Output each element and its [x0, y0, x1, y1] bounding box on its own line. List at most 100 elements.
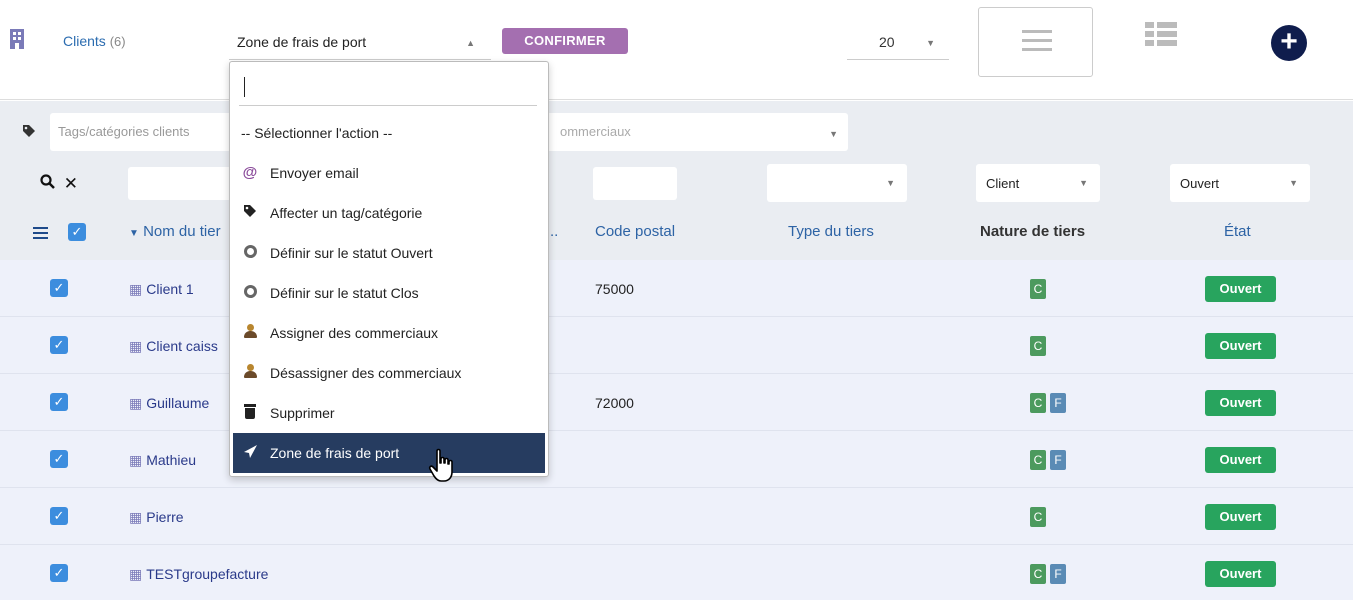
client-link[interactable]: ▦ Mathieu: [129, 452, 196, 469]
menu-item-label: Zone de frais de port: [270, 445, 400, 461]
table-row: ✓ ▦ Client 1 75000 C Ouvert: [0, 260, 1353, 317]
hand-cursor-icon: [428, 448, 458, 487]
menu-item-label: -- Sélectionner l'action --: [241, 125, 393, 141]
trash-icon: [241, 404, 259, 423]
type-column-header[interactable]: Type du tiers: [788, 223, 874, 240]
nature-badges: CF: [1030, 564, 1066, 584]
client-link[interactable]: ▦ Client 1: [129, 281, 194, 298]
menu-item-label: Affecter un tag/catégorie: [270, 205, 423, 221]
client-link[interactable]: ▦ TESTgroupefacture: [129, 566, 268, 583]
zip-column-header[interactable]: Code postal: [595, 223, 675, 240]
clear-filters-icon[interactable]: ✕: [64, 174, 78, 193]
status-filter-select[interactable]: Ouvert ▼: [1170, 164, 1310, 202]
tag-icon: [241, 204, 259, 222]
client-badge: C: [1030, 507, 1046, 527]
table-row: ✓ ▦ TESTgroupefacture CF Ouvert: [0, 545, 1353, 600]
status-column-header[interactable]: État: [1224, 223, 1251, 240]
hamburger-icon: [1022, 30, 1052, 57]
table-row: ✓ ▦ Client caiss C Ouvert: [0, 317, 1353, 374]
nature-badges: C: [1030, 336, 1046, 356]
status-badge: Ouvert: [1205, 333, 1276, 359]
menu-item-label: Envoyer email: [270, 165, 359, 181]
zip-cell: 75000: [595, 281, 634, 297]
menu-item-unassign-sales[interactable]: Désassigner des commerciaux: [233, 353, 545, 393]
select-all-checkbox[interactable]: ✓: [68, 223, 86, 241]
nature-badges: CF: [1030, 450, 1066, 470]
user-icon: [241, 364, 259, 382]
status-badge: Ouvert: [1205, 504, 1276, 530]
supplier-badge: F: [1050, 393, 1066, 413]
menu-item-assign-sales[interactable]: Assigner des commerciaux: [233, 313, 545, 353]
client-badge: C: [1030, 336, 1046, 356]
status-badge: Ouvert: [1205, 447, 1276, 473]
at-icon: @: [242, 164, 258, 181]
nature-badges: C: [1030, 507, 1046, 527]
row-checkbox[interactable]: ✓: [50, 564, 68, 582]
menu-item-delete[interactable]: Supprimer: [233, 393, 545, 433]
building-icon: ▦: [129, 509, 143, 525]
menu-item-label: Assigner des commerciaux: [270, 325, 439, 341]
tags-filter-placeholder: Tags/catégories clients: [58, 124, 190, 139]
client-badge: C: [1030, 564, 1046, 584]
dropdown-search-input[interactable]: [239, 70, 537, 106]
menu-item-label: Supprimer: [270, 405, 335, 421]
search-icon[interactable]: [40, 174, 60, 193]
truncated-column-header[interactable]: ..: [550, 223, 558, 240]
name-column-header[interactable]: ▼ Nom du tier: [129, 223, 221, 240]
client-link[interactable]: ▦ Client caiss: [129, 338, 218, 355]
client-link[interactable]: ▦ Pierre: [129, 509, 184, 526]
per-page-select[interactable]: 20 ▼: [847, 26, 949, 60]
menu-item-shipping-zone[interactable]: Zone de frais de port: [233, 433, 545, 473]
menu-item-set-open[interactable]: Définir sur le statut Ouvert: [233, 233, 545, 273]
nature-filter-value: Client: [986, 176, 1020, 191]
table-row: ✓ ▦ Guillaume 72000 CF Ouvert: [0, 374, 1353, 431]
menu-item-send-email[interactable]: @ Envoyer email: [233, 153, 545, 193]
client-name: Guillaume: [146, 395, 210, 411]
building-icon: ▦: [129, 395, 143, 411]
page-title[interactable]: Clients (6): [63, 33, 126, 49]
zip-filter-input[interactable]: [593, 167, 677, 200]
menu-item-set-closed[interactable]: Définir sur le statut Clos: [233, 273, 545, 313]
mass-action-value: Zone de frais de port: [237, 34, 367, 50]
chevron-down-icon: ▼: [1289, 178, 1298, 188]
search-controls: ✕: [40, 174, 78, 194]
type-filter-select[interactable]: ▼: [767, 164, 907, 202]
row-checkbox[interactable]: ✓: [50, 336, 68, 354]
nature-column-header: Nature de tiers: [980, 223, 1086, 240]
chevron-down-icon: ▼: [886, 178, 895, 188]
name-filter-input[interactable]: [128, 167, 238, 200]
client-link[interactable]: ▦ Guillaume: [129, 395, 209, 412]
chevron-down-icon: ▼: [1079, 178, 1088, 188]
building-icon: [9, 28, 25, 53]
filter-area: Tags/catégories clients ommerciaux ▼ ✕ ▼…: [0, 101, 1353, 260]
menu-item-label: Définir sur le statut Ouvert: [270, 245, 433, 261]
menu-item-select-action[interactable]: -- Sélectionner l'action --: [233, 113, 545, 153]
menu-item-label: Désassigner des commerciaux: [270, 365, 462, 381]
table-row: ✓ ▦ Pierre C Ouvert: [0, 488, 1353, 545]
add-icon[interactable]: +: [1271, 25, 1307, 61]
row-checkbox[interactable]: ✓: [50, 393, 68, 411]
menu-item-assign-tag[interactable]: Affecter un tag/catégorie: [233, 193, 545, 233]
nature-filter-select[interactable]: Client ▼: [976, 164, 1100, 202]
record-count: (6): [109, 34, 126, 49]
list-options-icon[interactable]: [33, 227, 48, 242]
mass-action-dropdown: -- Sélectionner l'action -- @ Envoyer em…: [229, 61, 549, 477]
row-checkbox[interactable]: ✓: [50, 507, 68, 525]
list-view-button[interactable]: [978, 7, 1093, 77]
per-page-value: 20: [879, 34, 895, 50]
row-checkbox[interactable]: ✓: [50, 450, 68, 468]
kanban-view-button[interactable]: [1145, 22, 1177, 48]
confirm-button[interactable]: CONFIRMER: [502, 28, 628, 54]
client-name: Mathieu: [146, 452, 197, 468]
client-name: TESTgroupefacture: [146, 566, 269, 582]
circle-ring-icon: [241, 284, 259, 302]
nature-badges: C: [1030, 279, 1046, 299]
status-badge: Ouvert: [1205, 276, 1276, 302]
building-icon: ▦: [129, 452, 143, 468]
row-checkbox[interactable]: ✓: [50, 279, 68, 297]
mass-action-select[interactable]: Zone de frais de port ▲: [229, 26, 491, 60]
supplier-badge: F: [1050, 450, 1066, 470]
chevron-up-icon: ▲: [466, 38, 475, 48]
sort-desc-icon: ▼: [129, 228, 139, 239]
page-title-label: Clients: [63, 33, 106, 49]
